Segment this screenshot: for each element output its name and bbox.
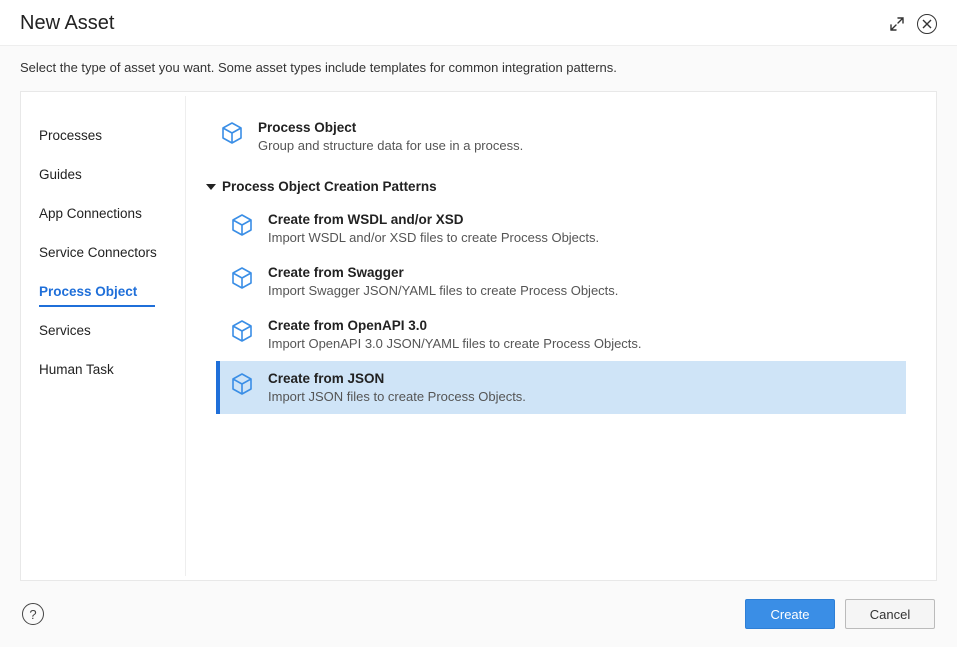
asset-text: Create from OpenAPI 3.0 Import OpenAPI 3… — [268, 318, 642, 351]
close-icon[interactable] — [917, 14, 937, 34]
dialog-footer: ? Create Cancel — [0, 581, 957, 647]
asset-title: Create from JSON — [268, 371, 526, 386]
asset-text: Create from JSON Import JSON files to cr… — [268, 371, 526, 404]
sidebar-item-processes[interactable]: Processes — [21, 116, 185, 155]
section-header-patterns[interactable]: Process Object Creation Patterns — [206, 163, 906, 202]
asset-row-openapi[interactable]: Create from OpenAPI 3.0 Import OpenAPI 3… — [216, 308, 906, 361]
footer-buttons: Create Cancel — [745, 599, 935, 629]
main-panel: Processes Guides App Connections Service… — [20, 91, 937, 581]
cancel-button[interactable]: Cancel — [845, 599, 935, 629]
asset-desc: Import OpenAPI 3.0 JSON/YAML files to cr… — [268, 336, 642, 351]
asset-type-sidebar: Processes Guides App Connections Service… — [21, 96, 186, 576]
sidebar-item-guides[interactable]: Guides — [21, 155, 185, 194]
asset-row-json[interactable]: Create from JSON Import JSON files to cr… — [216, 361, 906, 414]
sidebar-item-services[interactable]: Services — [21, 311, 185, 350]
expand-icon[interactable] — [887, 14, 907, 34]
cube-icon — [230, 213, 254, 237]
sidebar-item-human-task[interactable]: Human Task — [21, 350, 185, 389]
caret-down-icon — [206, 184, 216, 190]
asset-content: Process Object Group and structure data … — [186, 92, 936, 580]
patterns-list: Create from WSDL and/or XSD Import WSDL … — [206, 202, 906, 414]
header-actions — [887, 14, 937, 34]
dialog-title: New Asset — [20, 12, 114, 35]
asset-desc: Import JSON files to create Process Obje… — [268, 389, 526, 404]
dialog-header: New Asset — [0, 0, 957, 46]
asset-text: Create from Swagger Import Swagger JSON/… — [268, 265, 618, 298]
dialog-subheader: Select the type of asset you want. Some … — [0, 46, 957, 91]
sidebar-item-process-object[interactable]: Process Object — [21, 272, 185, 311]
sidebar-item-app-connections[interactable]: App Connections — [21, 194, 185, 233]
asset-desc: Group and structure data for use in a pr… — [258, 138, 523, 153]
asset-title: Create from WSDL and/or XSD — [268, 212, 599, 227]
asset-row-swagger[interactable]: Create from Swagger Import Swagger JSON/… — [216, 255, 906, 308]
help-icon[interactable]: ? — [22, 603, 44, 625]
asset-desc: Import WSDL and/or XSD files to create P… — [268, 230, 599, 245]
asset-text: Process Object Group and structure data … — [258, 120, 523, 153]
asset-desc: Import Swagger JSON/YAML files to create… — [268, 283, 618, 298]
section-title: Process Object Creation Patterns — [222, 179, 437, 194]
sidebar-item-service-connectors[interactable]: Service Connectors — [21, 233, 185, 272]
dialog-body: Processes Guides App Connections Service… — [0, 91, 957, 581]
asset-row-wsdl-xsd[interactable]: Create from WSDL and/or XSD Import WSDL … — [216, 202, 906, 255]
asset-title: Process Object — [258, 120, 523, 135]
asset-text: Create from WSDL and/or XSD Import WSDL … — [268, 212, 599, 245]
asset-title: Create from Swagger — [268, 265, 618, 280]
cube-icon — [230, 319, 254, 343]
create-button[interactable]: Create — [745, 599, 835, 629]
cube-icon — [230, 266, 254, 290]
asset-title: Create from OpenAPI 3.0 — [268, 318, 642, 333]
asset-row-process-object[interactable]: Process Object Group and structure data … — [206, 110, 906, 163]
new-asset-dialog: New Asset Select the type of asset you w… — [0, 0, 957, 647]
cube-icon — [220, 121, 244, 145]
cube-icon — [230, 372, 254, 396]
